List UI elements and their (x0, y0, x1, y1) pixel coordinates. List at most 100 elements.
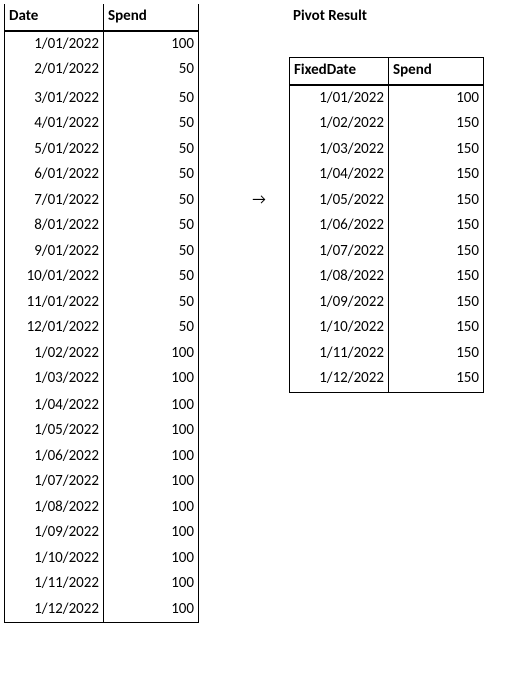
left-spend-cell: 50 (104, 86, 199, 112)
empty-cell (229, 111, 289, 137)
right-date-cell: 1/05/2022 (289, 188, 389, 214)
right-date-cell: 1/10/2022 (289, 315, 389, 341)
empty-cell (229, 86, 289, 112)
left-spend-cell: 50 (104, 315, 199, 341)
left-spend-cell: 100 (104, 32, 199, 58)
left-spend-cell: 100 (104, 341, 199, 367)
right-spend-cell: 150 (389, 162, 484, 188)
right-spend-cell: 150 (389, 290, 484, 316)
empty-cell (229, 393, 289, 419)
empty-cell (389, 495, 484, 521)
right-date-cell: 1/03/2022 (289, 137, 389, 163)
gap-cell (199, 32, 229, 58)
left-spend-cell: 50 (104, 239, 199, 265)
empty-cell (229, 4, 289, 32)
left-spend-cell: 50 (104, 188, 199, 214)
right-date-cell: 1/06/2022 (289, 213, 389, 239)
right-spend-cell: 150 (389, 213, 484, 239)
empty-cell (229, 239, 289, 265)
gap-cell (199, 366, 229, 393)
right-spend-cell: 150 (389, 111, 484, 137)
empty-cell (289, 546, 389, 572)
left-date-cell: 8/01/2022 (4, 213, 104, 239)
left-date-cell: 12/01/2022 (4, 315, 104, 341)
empty-cell (229, 315, 289, 341)
left-spend-cell: 100 (104, 597, 199, 624)
left-header-date: Date (4, 4, 104, 32)
empty-cell (229, 366, 289, 393)
right-date-cell: 1/01/2022 (289, 86, 389, 112)
empty-cell (229, 162, 289, 188)
right-spend-cell: 150 (389, 366, 484, 393)
gap-cell (199, 418, 229, 444)
left-spend-cell: 100 (104, 444, 199, 470)
right-date-cell: 1/04/2022 (289, 162, 389, 188)
left-date-cell: 1/02/2022 (4, 341, 104, 367)
empty-cell (289, 597, 389, 624)
empty-cell (229, 341, 289, 367)
empty-cell (229, 444, 289, 470)
gap-cell (199, 444, 229, 470)
gap-cell (199, 546, 229, 572)
empty-cell (289, 571, 389, 597)
empty-cell (389, 597, 484, 624)
empty-cell (389, 571, 484, 597)
right-date-cell: 1/11/2022 (289, 341, 389, 367)
left-spend-cell: 50 (104, 57, 199, 86)
gap-cell (199, 4, 229, 32)
empty-cell (289, 520, 389, 546)
left-date-cell: 1/09/2022 (4, 520, 104, 546)
left-spend-cell: 50 (104, 111, 199, 137)
right-spend-cell: 150 (389, 264, 484, 290)
left-spend-cell: 100 (104, 469, 199, 495)
empty-cell (229, 571, 289, 597)
empty-cell (229, 32, 289, 58)
gap-cell (199, 57, 229, 86)
empty-cell (389, 469, 484, 495)
right-header-spend: Spend (389, 57, 484, 86)
empty-cell (229, 597, 289, 624)
left-date-cell: 1/07/2022 (4, 469, 104, 495)
empty-cell (289, 32, 389, 58)
left-date-cell: 1/03/2022 (4, 366, 104, 393)
left-spend-cell: 100 (104, 366, 199, 393)
right-date-cell: 1/08/2022 (289, 264, 389, 290)
left-spend-cell: 100 (104, 571, 199, 597)
empty-cell (229, 137, 289, 163)
empty-cell (389, 418, 484, 444)
gap-cell (199, 495, 229, 521)
left-spend-cell: 50 (104, 213, 199, 239)
right-spend-cell: 150 (389, 341, 484, 367)
right-spend-cell: 150 (389, 315, 484, 341)
left-date-cell: 10/01/2022 (4, 264, 104, 290)
left-date-cell: 3/01/2022 (4, 86, 104, 112)
left-date-cell: 1/12/2022 (4, 597, 104, 624)
empty-cell (289, 469, 389, 495)
gap-cell (199, 86, 229, 112)
gap-cell (199, 571, 229, 597)
arrow-icon: → (229, 188, 289, 214)
empty-cell (289, 495, 389, 521)
right-spend-cell: 100 (389, 86, 484, 112)
left-date-cell: 11/01/2022 (4, 290, 104, 316)
gap-cell (199, 290, 229, 316)
gap-cell (199, 264, 229, 290)
left-date-cell: 7/01/2022 (4, 188, 104, 214)
gap-cell (199, 111, 229, 137)
gap-cell (199, 137, 229, 163)
left-date-cell: 1/04/2022 (4, 393, 104, 419)
empty-cell (229, 57, 289, 86)
left-spend-cell: 50 (104, 264, 199, 290)
gap-cell (199, 520, 229, 546)
empty-cell (229, 213, 289, 239)
left-date-cell: 1/11/2022 (4, 571, 104, 597)
pivot-title: Pivot Result (289, 4, 389, 32)
left-spend-cell: 100 (104, 393, 199, 419)
right-spend-cell: 150 (389, 188, 484, 214)
right-date-cell: 1/02/2022 (289, 111, 389, 137)
left-date-cell: 9/01/2022 (4, 239, 104, 265)
right-date-cell: 1/12/2022 (289, 366, 389, 393)
left-spend-cell: 50 (104, 137, 199, 163)
gap-cell (199, 393, 229, 419)
empty-cell (389, 520, 484, 546)
